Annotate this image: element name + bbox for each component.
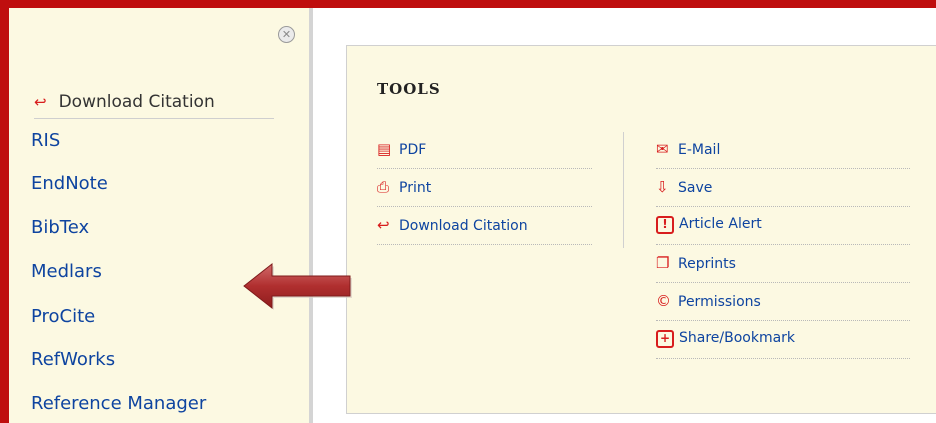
download-citation-icon: ↩ <box>34 93 47 111</box>
print-icon: ⎙ <box>377 178 390 196</box>
citation-format-procite[interactable]: ProCite <box>31 306 95 327</box>
citation-format-reference-manager[interactable]: Reference Manager <box>31 393 206 414</box>
left-arrow-icon <box>243 262 352 310</box>
download-citation-header: ↩ Download Citation <box>34 92 274 119</box>
frame-left-border <box>0 0 9 423</box>
tool-save[interactable]: ⇩ Save <box>656 178 910 207</box>
citation-format-refworks[interactable]: RefWorks <box>31 349 115 370</box>
tool-article-alert[interactable]: ! Article Alert <box>656 216 910 245</box>
tool-email[interactable]: ✉ E-Mail <box>656 140 910 169</box>
tool-pdf[interactable]: ▤ PDF <box>377 140 592 169</box>
tool-download-citation[interactable]: ↩ Download Citation <box>377 216 592 245</box>
save-icon: ⇩ <box>656 178 669 196</box>
download-citation-icon: ↩ <box>377 216 390 234</box>
copyright-icon: © <box>656 292 671 310</box>
citation-format-ris[interactable]: RIS <box>31 130 60 151</box>
tools-title: TOOLS <box>377 80 441 98</box>
tools-column-divider <box>623 132 624 248</box>
tool-print[interactable]: ⎙ Print <box>377 178 592 207</box>
citation-format-medlars[interactable]: Medlars <box>31 261 102 282</box>
citation-format-endnote[interactable]: EndNote <box>31 173 108 194</box>
email-icon: ✉ <box>656 140 669 158</box>
tool-permissions[interactable]: © Permissions <box>656 292 910 321</box>
alert-icon: ! <box>656 216 674 234</box>
close-circle-icon[interactable]: ✕ <box>278 26 295 43</box>
download-citation-label: Download Citation <box>58 92 215 112</box>
frame-top-border <box>0 0 936 8</box>
citation-format-bibtex[interactable]: BibTex <box>31 217 89 238</box>
pdf-icon: ▤ <box>377 140 392 158</box>
tool-reprints[interactable]: ❐ Reprints <box>656 254 910 283</box>
share-plus-icon: + <box>656 330 674 348</box>
reprints-icon: ❐ <box>656 254 670 272</box>
tool-share-bookmark[interactable]: + Share/Bookmark <box>656 330 910 359</box>
